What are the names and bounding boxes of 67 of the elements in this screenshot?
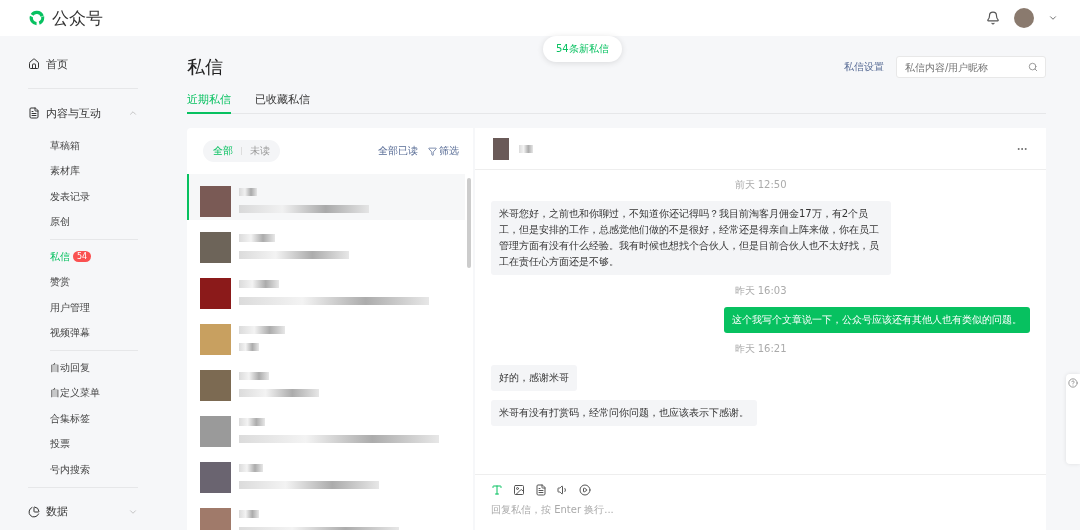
bell-icon[interactable] [986,11,1000,25]
message-bubble: 好的，感谢米哥 [491,365,577,391]
blurred-name [239,418,265,426]
sidebar-item[interactable]: 投票 [28,431,138,457]
sidebar-item[interactable]: 首页 [28,44,138,84]
blurred-name [239,464,263,472]
photo-placeholder [200,370,231,401]
blurred-name [239,372,269,380]
sidebar-item[interactable]: 合集标签 [28,406,138,432]
mark-all-read-link[interactable]: 全部已读 [378,144,418,158]
photo-placeholder [200,186,231,217]
chevron-down-icon[interactable] [1048,13,1058,23]
search-icon[interactable] [1028,62,1038,72]
page-title: 私信 [187,55,223,79]
message-bubble: 这个我写个文章说一下，公众号应该还有其他人也有类似的问题。 [724,307,1030,333]
image-icon[interactable] [513,484,525,496]
sidebar-label: 内容与互动 [46,105,101,121]
photo-placeholder [200,324,231,355]
home-icon [28,58,40,70]
sidebar-item[interactable]: 内容与互动 [28,93,138,133]
video-icon[interactable] [579,484,591,496]
audio-icon[interactable] [557,484,569,496]
tab[interactable]: 已收藏私信 [255,92,310,114]
photo-placeholder [200,508,231,530]
blurred-preview [239,343,259,351]
sidebar-item[interactable]: 自动回复 [28,355,138,381]
sidebar-item[interactable]: 草稿箱 [28,133,138,159]
document-icon [28,107,40,119]
photo-placeholder [200,462,231,493]
sidebar-label: 数据 [46,504,68,519]
message-bubble: 米哥有没有打赏码，经常问你问题，也应该表示下感谢。 [491,400,757,426]
sidebar-item[interactable]: 用户管理 [28,295,138,321]
filter-link[interactable]: 筛选 [428,144,459,158]
blurred-name [519,144,533,153]
message-time: 昨天 16:21 [733,342,788,356]
blurred-name [239,280,279,288]
logo-icon [28,9,46,27]
message-time: 前天 12:50 [733,178,788,192]
brand-name: 公众号 [52,6,103,30]
sidebar-item[interactable]: 发表记录 [28,184,138,210]
sidebar-item[interactable]: 数据 [28,491,138,530]
sidebar-item[interactable]: 视频弹幕 [28,320,138,346]
sidebar-item[interactable]: 原创 [28,209,138,235]
sidebar-item[interactable]: 号内搜索 [28,457,138,483]
photo-placeholder [200,416,231,447]
settings-link[interactable]: 私信设置 [844,60,884,74]
photo-placeholder [493,137,509,160]
blurred-name [239,188,257,196]
count-badge: 54 [73,251,92,263]
blurred-name [239,510,259,518]
blurred-name [239,326,285,334]
search-field[interactable]: 私信内容/用户昵称 [896,56,1046,78]
conversation-row[interactable] [187,174,465,220]
blurred-name [239,234,275,242]
sidebar-item[interactable]: 赞赏 [28,269,138,295]
sidebar-item[interactable]: 自定义菜单 [28,380,138,406]
user-avatar[interactable] [1014,8,1034,28]
article-icon[interactable] [535,484,547,496]
message-bubble: 米哥您好，之前也和你聊过，不知道你还记得吗？我目前淘客月佣金17万，有2个员工，但是安排的工作，总感觉他们做的不是很好，经常还是得亲自上阵来做，你在员工管理方面有没有什么经验。我有时候也想找个合伙人，但是目前合伙人也不太好找，员工在责任心方面还是不够。 [491,201,891,275]
help-icon [1068,378,1078,388]
sidebar-item[interactable]: 素材库 [28,158,138,184]
message-time: 昨天 16:03 [733,284,788,298]
sidebar-label: 首页 [46,56,68,72]
photo-placeholder [200,232,231,263]
filter-icon [428,146,437,156]
photo-placeholder [200,278,231,309]
pie-chart-icon [28,505,40,518]
